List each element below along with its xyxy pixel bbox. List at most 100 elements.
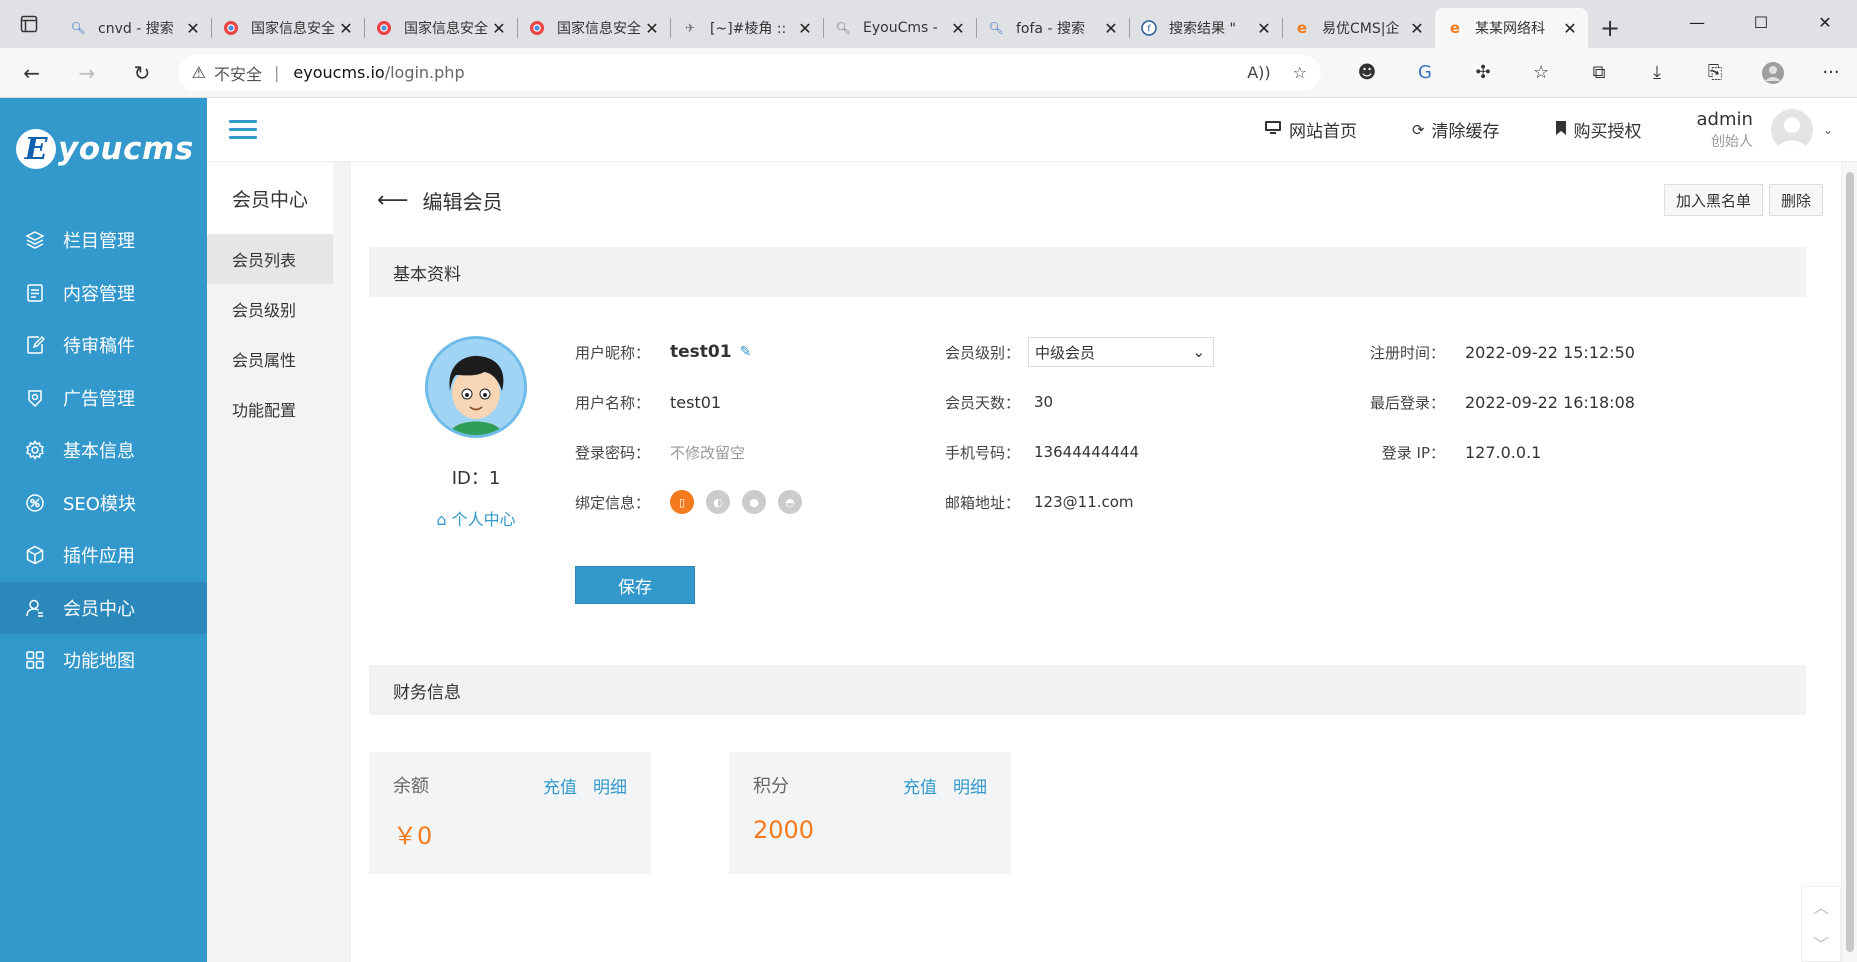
browser-tab-6[interactable]: 🔍︎ fofa - 搜索 ✕ <box>976 8 1129 48</box>
logo[interactable]: E youcms <box>0 98 207 200</box>
close-icon[interactable]: ✕ <box>183 19 203 38</box>
sidebar-item-label: 会员中心 <box>63 598 135 620</box>
sidebar-item-basic-info[interactable]: 基本信息 <box>0 424 207 477</box>
close-icon[interactable]: ✕ <box>336 19 356 38</box>
forward-button[interactable]: → <box>63 53 110 93</box>
wechat-bind-icon[interactable]: ◐ <box>706 490 731 514</box>
avatar[interactable] <box>1770 108 1813 151</box>
extension-avatar-icon[interactable]: ☻ <box>1341 55 1393 91</box>
personal-center-link[interactable]: ⌂ 个人中心 <box>405 506 547 530</box>
url-input[interactable]: ⚠ 不安全 | eyoucms.io/login.php A)) ☆ <box>177 54 1322 91</box>
omnibox-actions: A)) ☆ <box>1247 63 1307 82</box>
subnav-item-feature-config[interactable]: 功能配置 <box>207 384 333 434</box>
gear-icon <box>24 439 46 461</box>
browser-tab-3[interactable]: 国家信息安全 ✕ <box>517 8 670 48</box>
sidebar-item-columns[interactable]: 栏目管理 <box>0 214 207 267</box>
minimize-button[interactable]: — <box>1665 0 1729 44</box>
sidebar-item-seo[interactable]: SEO模块 <box>0 477 207 530</box>
reload-button[interactable]: ↻ <box>118 53 165 93</box>
favorites-icon[interactable]: ☆ <box>1515 55 1567 91</box>
close-icon[interactable]: ✕ <box>795 19 815 38</box>
screenshot-icon[interactable]: ⎘ <box>1689 55 1741 91</box>
profile-icon[interactable] <box>1747 55 1799 91</box>
chevron-up-icon[interactable]: ︿ <box>1813 894 1829 918</box>
browser-tab-7[interactable]: f 搜索结果 " ✕ <box>1129 8 1282 48</box>
member-level-select[interactable]: 中级会员 ⌄ <box>1028 337 1215 367</box>
qq-bind-icon[interactable]: ◓ <box>778 490 803 514</box>
extensions-icon[interactable]: ✣ <box>1457 55 1509 91</box>
clear-cache-link[interactable]: ⟳ 清除缓存 <box>1412 117 1500 143</box>
balance-detail-link[interactable]: 明细 <box>593 773 627 798</box>
collections-icon[interactable]: ⧉ <box>1573 55 1625 91</box>
browser-tab-9-active[interactable]: e 某某网络科 ✕ <box>1435 8 1588 48</box>
balance-recharge-link[interactable]: 充值 <box>543 773 577 798</box>
sidebar-item-members[interactable]: 会员中心 <box>0 581 207 634</box>
browser-tab-8[interactable]: e 易优CMS|企 ✕ <box>1282 8 1435 48</box>
search-icon: 🔍︎ <box>988 21 1004 35</box>
browser-tab-2[interactable]: 国家信息安全 ✕ <box>364 8 517 48</box>
bind-info-field: 绑定信息： ▯ ◐ ● ◓ <box>575 488 803 516</box>
phone-label: 手机号码： <box>945 443 1021 462</box>
browser-tab-1[interactable]: 国家信息安全 ✕ <box>211 8 364 48</box>
admin-info[interactable]: admin 创始人 <box>1697 109 1753 151</box>
tab-actions-button[interactable] <box>0 0 58 48</box>
nickname-field: 用户昵称： test01 ✎ <box>575 338 751 366</box>
chevron-down-icon[interactable]: ﹀ <box>1813 931 1829 955</box>
close-icon[interactable]: ✕ <box>1407 19 1427 38</box>
add-blacklist-button[interactable]: 加入黑名单 <box>1663 184 1763 216</box>
back-button[interactable]: ← <box>8 53 55 93</box>
subnav-item-member-list[interactable]: 会员列表 <box>207 234 333 284</box>
close-icon[interactable]: ✕ <box>489 19 509 38</box>
close-icon[interactable]: ✕ <box>948 19 968 38</box>
chevron-down-icon[interactable]: ⌄ <box>1823 123 1833 137</box>
read-aloud-icon[interactable]: A)) <box>1247 63 1270 82</box>
chrome-icon <box>376 20 392 36</box>
tab-title: 某某网络科 <box>1475 21 1545 37</box>
menu-toggle-icon[interactable] <box>229 120 257 139</box>
password-input[interactable]: 不修改留空 <box>670 442 745 463</box>
sidebar-item-pending[interactable]: 待审稿件 <box>0 319 207 372</box>
points-card: 积分 充值 明细 2000 <box>729 752 1011 874</box>
sidebar-item-plugins[interactable]: 插件应用 <box>0 529 207 582</box>
add-favorite-icon[interactable]: ☆ <box>1293 63 1307 82</box>
tab-title: 国家信息安全 <box>557 21 641 37</box>
nickname-label: 用户昵称： <box>575 343 651 362</box>
subnav-item-member-attributes[interactable]: 会员属性 <box>207 334 333 384</box>
site-home-link[interactable]: 网站首页 <box>1264 117 1357 142</box>
close-icon[interactable]: ✕ <box>1254 19 1274 38</box>
maximize-button[interactable]: ☐ <box>1729 0 1793 44</box>
points-detail-link[interactable]: 明细 <box>953 773 987 798</box>
username-label: 用户名称： <box>575 393 651 412</box>
translate-icon[interactable]: G <box>1399 55 1451 91</box>
edit-icon[interactable]: ✎ <box>740 344 752 360</box>
password-label: 登录密码： <box>575 443 651 462</box>
close-icon[interactable]: ✕ <box>1560 19 1580 38</box>
browser-tab-0[interactable]: 🔍︎ cnvd - 搜索 ✕ <box>58 8 211 48</box>
browser-tab-5[interactable]: 🔍︎ EyouCms - ✕ <box>823 8 976 48</box>
tab-title: 国家信息安全 <box>251 21 335 37</box>
delete-button[interactable]: 删除 <box>1768 184 1823 216</box>
browser-tab-4[interactable]: ✈ [~]#棱角 :: ✕ <box>670 8 823 48</box>
close-icon[interactable]: ✕ <box>1101 19 1121 38</box>
more-options-icon[interactable]: ··· <box>1805 55 1857 91</box>
sidebar-item-feature-map[interactable]: 功能地图 <box>0 634 207 687</box>
points-recharge-link[interactable]: 充值 <box>903 773 937 798</box>
close-icon[interactable]: ✕ <box>642 19 662 38</box>
url-text: eyoucms.io/login.php <box>293 63 464 82</box>
subnav-item-member-level[interactable]: 会员级别 <box>207 284 333 334</box>
back-arrow-icon[interactable]: ⟵ <box>377 188 409 213</box>
scrollbar-thumb[interactable] <box>1846 172 1854 952</box>
balance-value: ￥0 <box>393 822 433 850</box>
chrome-icon <box>223 20 239 36</box>
scroll-to-top-widget[interactable]: ︿ ﹀ <box>1801 886 1841 962</box>
new-tab-button[interactable]: + <box>1588 8 1632 48</box>
mobile-bind-icon[interactable]: ▯ <box>670 490 695 514</box>
sidebar-item-ads[interactable]: 广告管理 <box>0 372 207 425</box>
downloads-icon[interactable]: ⤓ <box>1631 55 1683 91</box>
sidebar-item-content[interactable]: 内容管理 <box>0 267 207 320</box>
save-button[interactable]: 保存 <box>575 566 695 604</box>
chat-bind-icon[interactable]: ● <box>742 490 767 514</box>
buy-license-link[interactable]: 购买授权 <box>1555 117 1642 142</box>
close-window-button[interactable]: ✕ <box>1793 0 1857 44</box>
page-scrollbar[interactable] <box>1843 162 1857 962</box>
